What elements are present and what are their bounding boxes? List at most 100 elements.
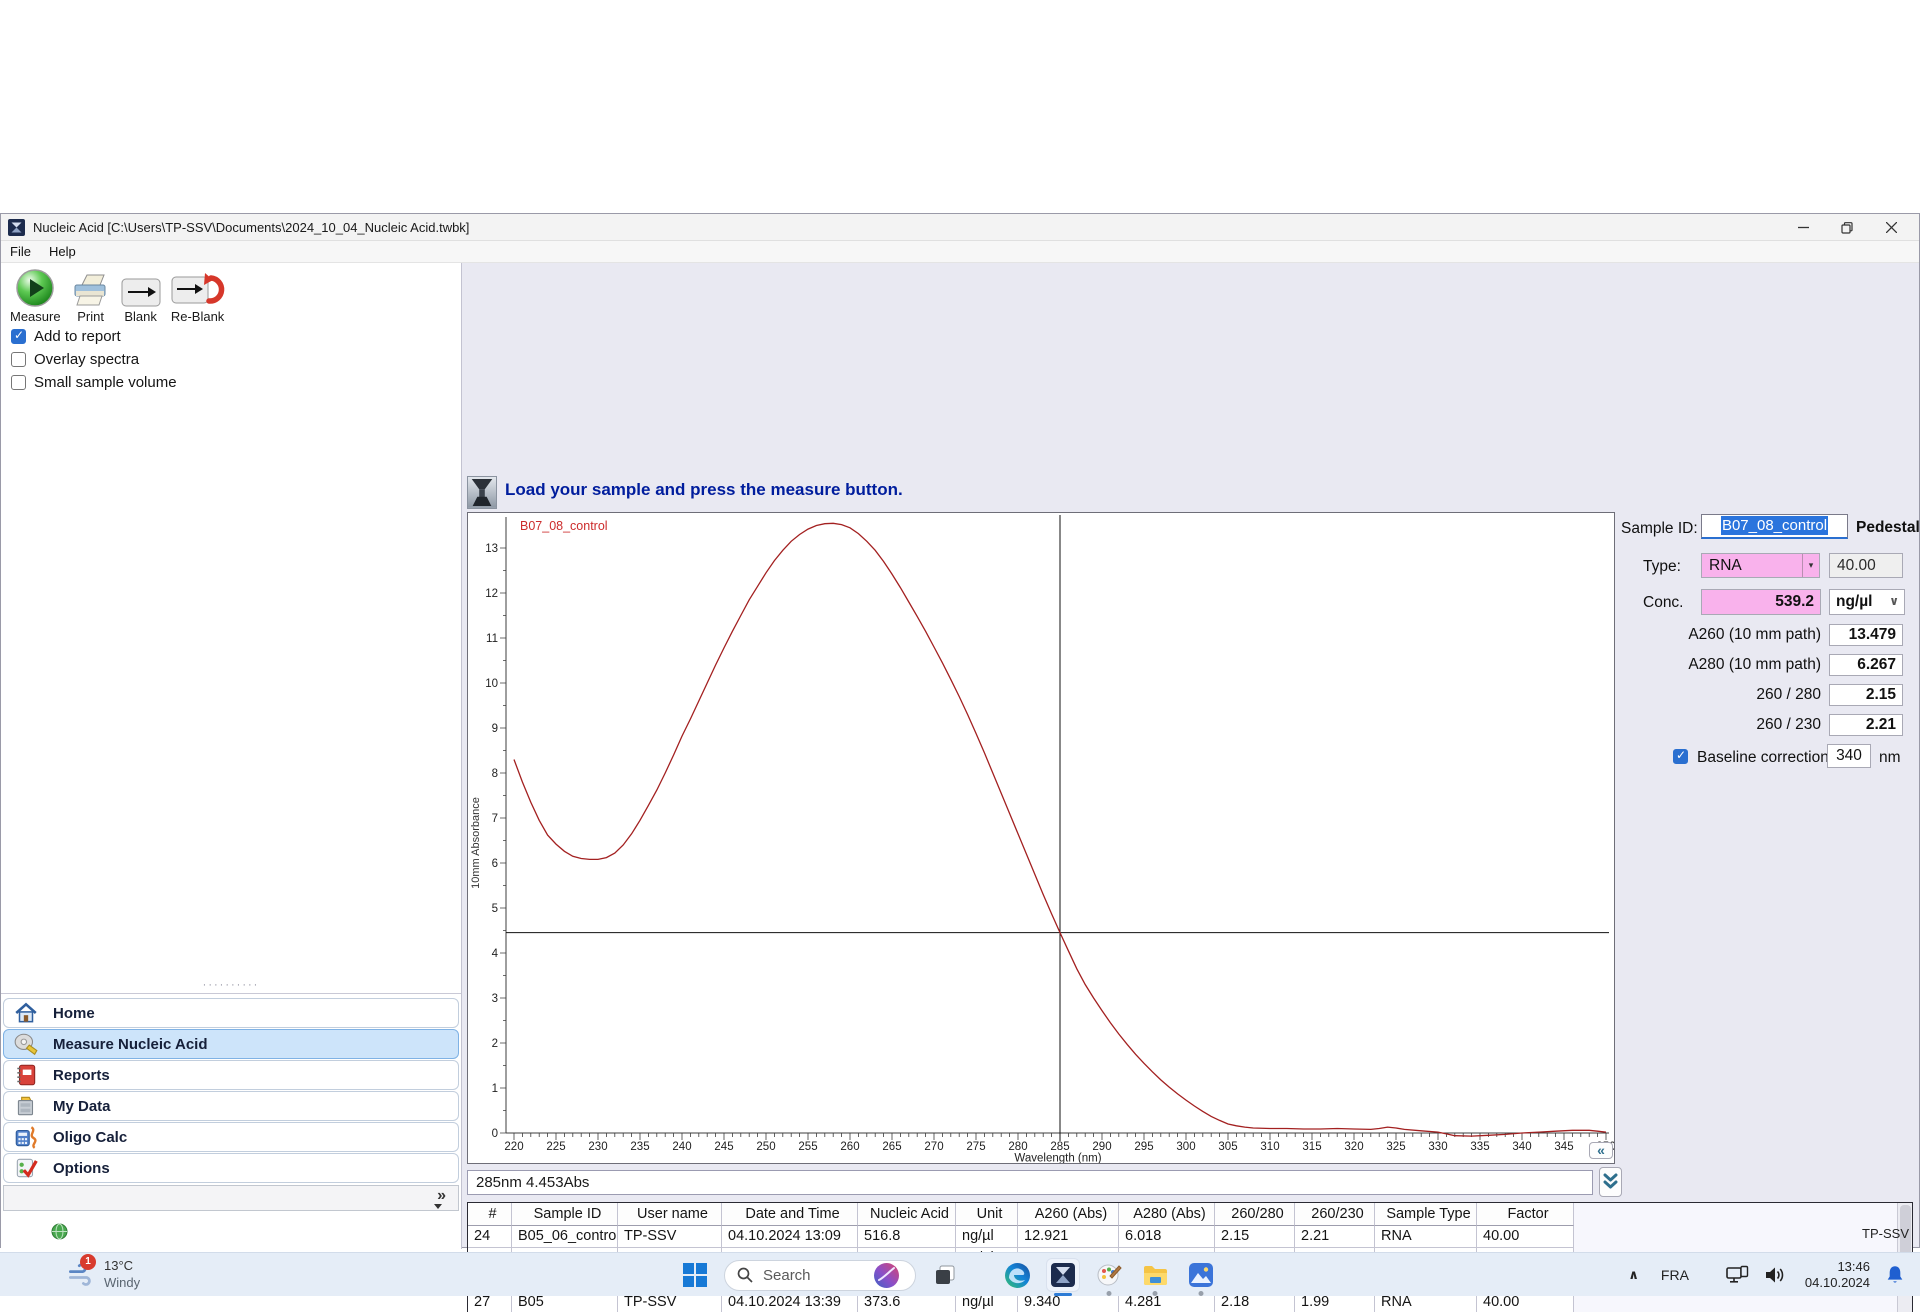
blank-button[interactable]: Blank xyxy=(116,266,166,326)
minimize-button[interactable] xyxy=(1781,214,1825,241)
baseline-wavelength-field[interactable]: 340 xyxy=(1827,744,1871,768)
close-button[interactable] xyxy=(1869,214,1913,241)
paint-app-button[interactable] xyxy=(1092,1258,1126,1296)
task-view-button[interactable] xyxy=(928,1258,962,1292)
copilot-icon[interactable] xyxy=(873,1262,900,1289)
sidebar-item-my-data[interactable]: My Data xyxy=(3,1091,459,1121)
start-button[interactable] xyxy=(678,1258,712,1292)
svg-text:345: 345 xyxy=(1554,1141,1573,1153)
type-select[interactable]: RNA ▾ xyxy=(1701,553,1820,578)
column-header[interactable]: Nucleic Acid xyxy=(858,1203,956,1226)
svg-text:265: 265 xyxy=(882,1141,901,1153)
svg-text:4: 4 xyxy=(492,948,499,960)
column-header[interactable]: A280 (Abs) xyxy=(1119,1203,1215,1226)
language-indicator[interactable]: FRA xyxy=(1661,1267,1689,1283)
edge-browser-button[interactable] xyxy=(1000,1258,1034,1292)
column-header[interactable]: A260 (Abs) xyxy=(1018,1203,1119,1226)
notifications-button[interactable] xyxy=(1884,1264,1906,1286)
svg-text:275: 275 xyxy=(966,1141,985,1153)
sidebar-nav: Home Measure Nucleic Acid Reports My Dat… xyxy=(1,993,461,1211)
collapse-panel-button[interactable]: « xyxy=(1589,1142,1613,1159)
dropdown-arrow-icon[interactable]: ▾ xyxy=(1802,554,1819,577)
checkbox-icon[interactable] xyxy=(11,328,26,344)
measure-button[interactable]: Measure xyxy=(5,266,66,326)
spectrum-chart[interactable]: 220 225 230 235 240 245 250 255 260 265 270 275 280 2… xyxy=(467,512,1615,1164)
add-to-report-option[interactable]: Add to report xyxy=(11,325,177,348)
column-header[interactable]: Sample Type xyxy=(1375,1203,1477,1226)
table-cell: 516.8 xyxy=(858,1226,956,1248)
svg-text:220: 220 xyxy=(504,1141,523,1153)
title-bar[interactable]: Nucleic Acid [C:\Users\TP-SSV\Documents\… xyxy=(1,214,1919,241)
column-header[interactable]: 260/230 xyxy=(1295,1203,1375,1226)
menu-help[interactable]: Help xyxy=(40,241,85,262)
table-cell: 04.10.2024 13:09 xyxy=(722,1226,858,1248)
column-header[interactable]: Unit xyxy=(956,1203,1018,1226)
sidebar-item-home[interactable]: Home xyxy=(3,998,459,1028)
ratio-260-280-value: 2.15 xyxy=(1829,684,1903,706)
svg-text:285: 285 xyxy=(1050,1141,1069,1153)
photos-app-button[interactable] xyxy=(1184,1258,1218,1296)
svg-text:320: 320 xyxy=(1344,1141,1363,1153)
column-header[interactable]: # xyxy=(468,1203,512,1226)
print-button[interactable]: Print xyxy=(66,266,116,326)
printer-icon xyxy=(71,268,111,308)
svg-text:9: 9 xyxy=(492,723,498,735)
svg-text:235: 235 xyxy=(630,1141,649,1153)
concentration-field[interactable]: 539.2 xyxy=(1701,589,1821,615)
chevron-down-icon[interactable]: ∨ xyxy=(1889,594,1899,608)
svg-text:255: 255 xyxy=(798,1141,817,1153)
sidebar-item-measure-nucleic-acid[interactable]: Measure Nucleic Acid xyxy=(3,1029,459,1059)
menu-file[interactable]: File xyxy=(1,241,40,262)
spectrum-plot[interactable]: 220 225 230 235 240 245 250 255 260 265 270 275 280 2… xyxy=(468,513,1614,1163)
window-title: Nucleic Acid [C:\Users\TP-SSV\Documents\… xyxy=(33,219,470,235)
print-label: Print xyxy=(77,309,104,324)
taskbar-search[interactable] xyxy=(724,1259,916,1291)
column-header[interactable]: 260/280 xyxy=(1215,1203,1295,1226)
nanodrop-app-button[interactable] xyxy=(1046,1258,1080,1296)
sidebar-item-label: Reports xyxy=(53,1066,110,1084)
column-header[interactable]: Date and Time xyxy=(722,1203,858,1226)
clock-widget[interactable]: 13:46 04.10.2024 xyxy=(1805,1259,1870,1291)
column-header[interactable]: User name xyxy=(618,1203,722,1226)
column-header[interactable]: Sample ID xyxy=(512,1203,618,1226)
sidebar-item-reports[interactable]: Reports xyxy=(3,1060,459,1090)
weather-widget[interactable]: 1 13°C Windy xyxy=(66,1254,141,1291)
splitter-handle[interactable]: ·········· xyxy=(1,980,461,991)
oligo-calc-icon xyxy=(13,1124,39,1150)
baseline-correction-checkbox[interactable] xyxy=(1673,748,1688,764)
file-explorer-button[interactable] xyxy=(1138,1258,1172,1296)
display-network-button[interactable] xyxy=(1725,1265,1749,1285)
unit-select[interactable]: ng/µl ∨ xyxy=(1829,589,1905,615)
sidebar-item-oligo-calc[interactable]: Oligo Calc xyxy=(3,1122,459,1152)
svg-text:7: 7 xyxy=(492,813,498,825)
svg-text:12: 12 xyxy=(485,588,498,600)
reblank-button[interactable]: Re-Blank xyxy=(166,266,230,326)
photos-icon xyxy=(1189,1263,1213,1287)
column-header[interactable]: Factor xyxy=(1477,1203,1574,1226)
ratio-260-230-value: 2.21 xyxy=(1829,714,1903,736)
tray-overflow-button[interactable]: ∧ xyxy=(1628,1267,1639,1283)
a260-value: 13.479 xyxy=(1829,624,1903,646)
sidebar-more-button[interactable]: » xyxy=(3,1185,459,1211)
overlay-spectra-option[interactable]: Overlay spectra xyxy=(11,348,177,371)
option-label: Overlay spectra xyxy=(34,351,140,368)
windows-logo-icon xyxy=(683,1263,707,1287)
status-user: TP-SSV xyxy=(1862,1226,1909,1241)
svg-text:13: 13 xyxy=(485,543,498,555)
sample-id-input[interactable]: B07_08_control xyxy=(1701,514,1848,539)
expand-table-button[interactable] xyxy=(1599,1167,1622,1197)
checkbox-icon[interactable] xyxy=(11,375,26,390)
svg-text:6: 6 xyxy=(492,858,498,870)
checkbox-icon[interactable] xyxy=(11,352,26,367)
table-header-row: # Sample ID User name Date and Time Nucleic … xyxy=(468,1203,1574,1226)
sidebar-item-options[interactable]: Options xyxy=(3,1153,459,1183)
search-input[interactable] xyxy=(761,1265,871,1285)
volume-button[interactable] xyxy=(1763,1265,1787,1285)
table-row[interactable]: 24 B05_06_control TP-SSV 04.10.2024 13:09 51… xyxy=(468,1226,1574,1248)
small-sample-volume-option[interactable]: Small sample volume xyxy=(11,371,177,394)
sidebar-item-label: Measure Nucleic Acid xyxy=(53,1035,208,1053)
weather-condition: Windy xyxy=(104,1275,141,1290)
restore-button[interactable] xyxy=(1825,214,1869,241)
factor-field[interactable]: 40.00 xyxy=(1829,553,1903,578)
table-cell: 24 xyxy=(468,1226,512,1248)
